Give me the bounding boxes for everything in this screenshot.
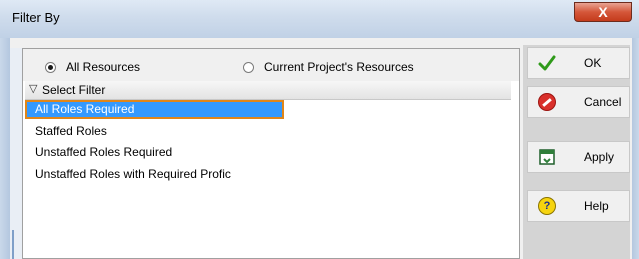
title-bar[interactable]: Filter By X: [0, 0, 639, 38]
apply-label: Apply: [584, 150, 615, 164]
side-strip-marker: [12, 230, 14, 259]
ok-label: OK: [584, 56, 602, 70]
cancel-label: Cancel: [584, 95, 622, 109]
chevron-down-icon: ▽: [29, 83, 38, 95]
radio-all-resources[interactable]: All Resources: [45, 59, 140, 75]
filter-item-staffed-roles[interactable]: Staffed Roles: [25, 122, 515, 141]
cancel-button[interactable]: Cancel: [527, 86, 630, 118]
help-label: Help: [584, 199, 609, 213]
select-filter-label: Select Filter: [42, 83, 106, 97]
resource-scope-group: All Resources Current Project's Resource…: [23, 49, 519, 81]
window-frame-left: [0, 38, 10, 259]
help-button[interactable]: ? Help: [527, 190, 630, 222]
window-frame-right: [632, 38, 639, 259]
filter-item-unstaffed-roles-required-profic[interactable]: Unstaffed Roles with Required Profic: [25, 165, 515, 184]
radio-label: Current Project's Resources: [264, 60, 414, 74]
ok-button[interactable]: OK: [527, 47, 630, 79]
cancel-icon: [538, 93, 556, 111]
select-filter-header[interactable]: ▽ Select Filter: [25, 81, 511, 100]
radio-button-icon[interactable]: [45, 61, 56, 73]
close-icon: X: [598, 4, 608, 20]
side-strip: [10, 48, 22, 259]
checkmark-icon: [538, 55, 556, 71]
apply-button[interactable]: Apply: [527, 141, 630, 173]
radio-label: All Resources: [66, 60, 141, 74]
dialog-title: Filter By: [12, 10, 60, 25]
radio-button-icon[interactable]: [243, 61, 254, 73]
close-button[interactable]: X: [574, 2, 632, 22]
radio-current-project-resources[interactable]: Current Project's Resources: [243, 59, 414, 75]
filter-item-unstaffed-roles-required[interactable]: Unstaffed Roles Required: [25, 143, 515, 162]
filter-by-dialog: Filter By X All Resources Current Projec…: [0, 0, 639, 259]
apply-icon: [539, 149, 555, 165]
help-icon: ?: [538, 197, 556, 215]
filter-panel: All Resources Current Project's Resource…: [22, 48, 520, 259]
filter-item-all-roles-required[interactable]: All Roles Required: [25, 100, 284, 119]
